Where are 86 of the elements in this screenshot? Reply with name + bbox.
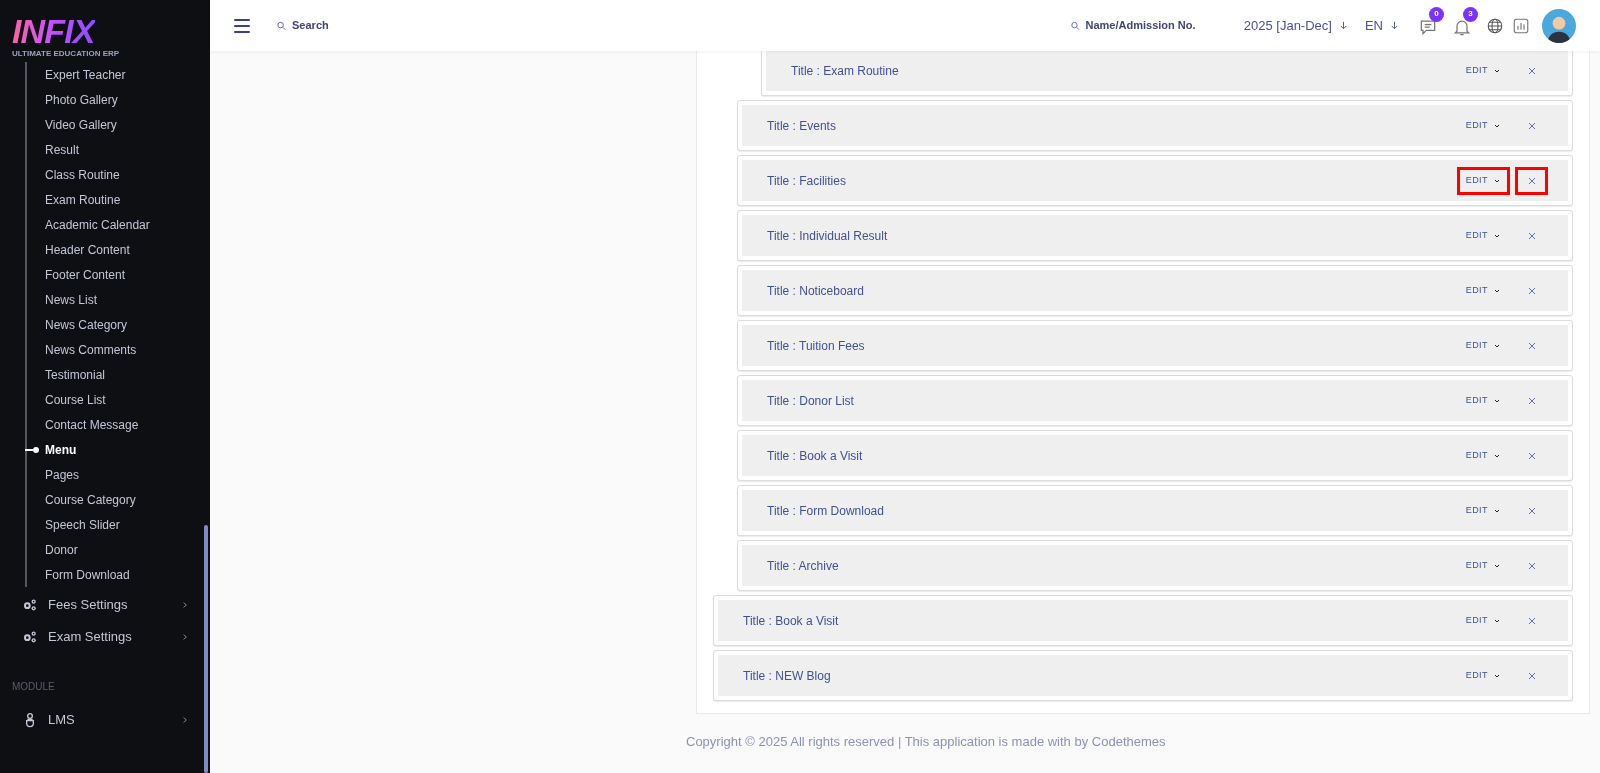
sidebar-menu-item[interactable]: LMS [0, 704, 210, 736]
menu-item-title: Title : Book a Visit [743, 613, 839, 630]
edit-dropdown-button[interactable]: EDIT [1456, 57, 1510, 85]
bell-button[interactable]: 3 [1452, 6, 1478, 37]
sidebar-item[interactable]: Menu [45, 437, 77, 462]
chevron-down-icon [1493, 177, 1501, 185]
sidebar-item[interactable]: News Comments [45, 337, 137, 362]
edit-dropdown-button[interactable]: EDIT [1456, 607, 1510, 635]
sidebar-item[interactable]: Course List [45, 387, 106, 412]
menu-item-title: Title : Exam Routine [791, 63, 899, 80]
chevron-down-icon [1493, 507, 1501, 515]
globe-icon[interactable] [1486, 16, 1504, 35]
chevron-down-icon [1493, 452, 1501, 460]
edit-dropdown-button[interactable]: EDIT [1456, 497, 1510, 525]
sidebar-item[interactable]: Contact Message [45, 412, 139, 437]
logo-tagline: ULTIMATE EDUCATION ERP [12, 48, 120, 60]
gears-icon [22, 629, 38, 645]
search-field[interactable]: Search [292, 17, 476, 34]
section-label: MODULE [11, 680, 55, 694]
menu-item-title: Title : Donor List [767, 393, 854, 410]
edit-dropdown-button[interactable]: EDIT [1456, 167, 1510, 195]
active-dot-icon [25, 447, 39, 453]
student-search-field[interactable]: Name/Admission No. [1085, 17, 1220, 34]
search-icon [1069, 19, 1081, 32]
sidebar-menu-item[interactable]: Exam Settings [0, 621, 210, 653]
chevron-down-icon [1493, 232, 1501, 240]
sidebar-item[interactable]: Photo Gallery [45, 87, 118, 112]
sidebar-item[interactable]: Result [45, 137, 79, 162]
bar-chart-drawing [1512, 16, 1530, 35]
chevron-down-icon [1493, 342, 1501, 350]
chevron-down-icon [1493, 287, 1501, 295]
sidebar-item[interactable]: Speech Slider [45, 512, 120, 537]
sidebar-menu-item[interactable]: Fees Settings [0, 589, 210, 621]
chevron-down-icon [1493, 397, 1501, 405]
sidebar-item[interactable]: Form Download [45, 562, 130, 587]
menu-item-title: Title : Events [767, 118, 836, 135]
count-badge: 3 [1463, 6, 1478, 22]
copyright-text: Copyright © 2025 All rights reserved | This application is made with by Codethemes [686, 733, 1167, 751]
edit-dropdown-button[interactable]: EDIT [1456, 332, 1510, 360]
chevron-down-icon [1493, 67, 1501, 75]
menu-item-title: Title : Facilities [767, 173, 846, 190]
edit-dropdown-button[interactable]: EDIT [1456, 112, 1510, 140]
count-badge: 0 [1429, 6, 1444, 22]
sidebar-item[interactable]: Exam Routine [45, 187, 121, 212]
menu-item-title: Title : Form Download [767, 503, 884, 520]
sidebar-item[interactable]: Video Gallery [45, 112, 117, 137]
sidebar-item[interactable]: Academic Calendar [45, 212, 150, 237]
arrow-down-icon [1337, 20, 1349, 31]
chart-icon[interactable] [1512, 16, 1530, 35]
language-dropdown[interactable]: EN [1364, 15, 1400, 36]
sidebar-item[interactable]: Header Content [45, 237, 130, 262]
edit-dropdown-button[interactable]: EDIT [1456, 387, 1510, 415]
search-icon [276, 19, 288, 32]
chevron-down-icon [1493, 617, 1501, 625]
menu-item-title: Title : NEW Blog [743, 668, 831, 685]
edit-dropdown-button[interactable]: EDIT [1456, 662, 1510, 690]
edit-dropdown-button[interactable]: EDIT [1456, 442, 1510, 470]
sidebar-item[interactable]: Pages [45, 462, 80, 487]
chevron-down-icon [1493, 672, 1501, 680]
menu-icon[interactable] [234, 18, 250, 33]
menu-item-title: Title : Individual Result [767, 228, 888, 245]
avatar-icon[interactable] [1542, 8, 1576, 43]
session-dropdown[interactable]: 2025 [Jan-Dec] [1243, 15, 1349, 36]
sidebar-item[interactable]: Expert Teacher [45, 62, 126, 87]
sidebar-item[interactable]: Testimonial [45, 362, 106, 387]
menu-item-title: Title : Book a Visit [767, 448, 863, 465]
menu-item-title: Title : Archive [767, 558, 839, 575]
sidebar-item[interactable]: News Category [45, 312, 128, 337]
arrow-down-icon [1389, 20, 1400, 31]
sidebar-item[interactable]: Donor [45, 537, 78, 562]
globe-drawing [1486, 16, 1504, 35]
close-button[interactable] [1515, 167, 1548, 195]
menu-item-title: Title : Noticeboard [767, 283, 864, 300]
scrollbar-thumb[interactable] [204, 525, 208, 773]
sidebar-item[interactable]: Course Category [45, 487, 136, 512]
gears-icon [22, 597, 38, 613]
menu-item-title: Title : Tuition Fees [767, 338, 865, 355]
edit-dropdown-button[interactable]: EDIT [1456, 222, 1510, 250]
edit-dropdown-button[interactable]: EDIT [1456, 552, 1510, 580]
edit-dropdown-button[interactable]: EDIT [1456, 277, 1510, 305]
sidebar-item[interactable]: News List [45, 287, 97, 312]
chat-button[interactable]: 0 [1418, 6, 1444, 37]
sidebar-item[interactable]: Footer Content [45, 262, 126, 287]
sidebar-item[interactable]: Class Routine [45, 162, 120, 187]
chevron-down-icon [1493, 562, 1501, 570]
chevron-down-icon [1493, 122, 1501, 130]
